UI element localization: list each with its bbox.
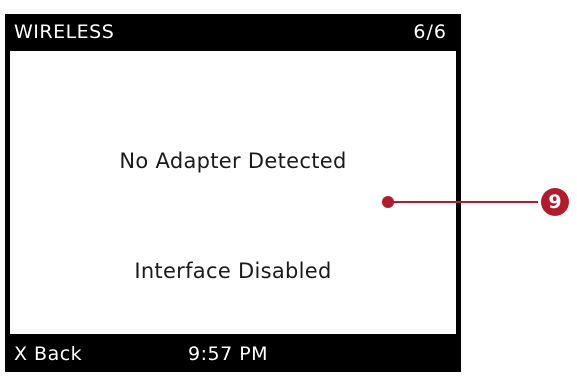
content-area: No Adapter Detected Interface Disabled [10,51,456,334]
device-screen: WIRELESS 6/6 No Adapter Detected Interfa… [5,14,461,372]
callout-number-badge: 9 [541,188,569,216]
callout-dot [382,196,394,208]
bottom-bar: X Back 9:57 PM [5,334,461,372]
title-bar: WIRELESS 6/6 [5,14,461,51]
clock-time: 9:57 PM [188,343,269,365]
page-indicator: 6/6 [413,21,447,43]
back-button[interactable]: X Back [14,343,82,365]
callout-leader-line [390,201,538,203]
interface-status-text: Interface Disabled [134,259,332,283]
adapter-status-text: No Adapter Detected [119,149,347,173]
screen-title: WIRELESS [14,21,115,43]
